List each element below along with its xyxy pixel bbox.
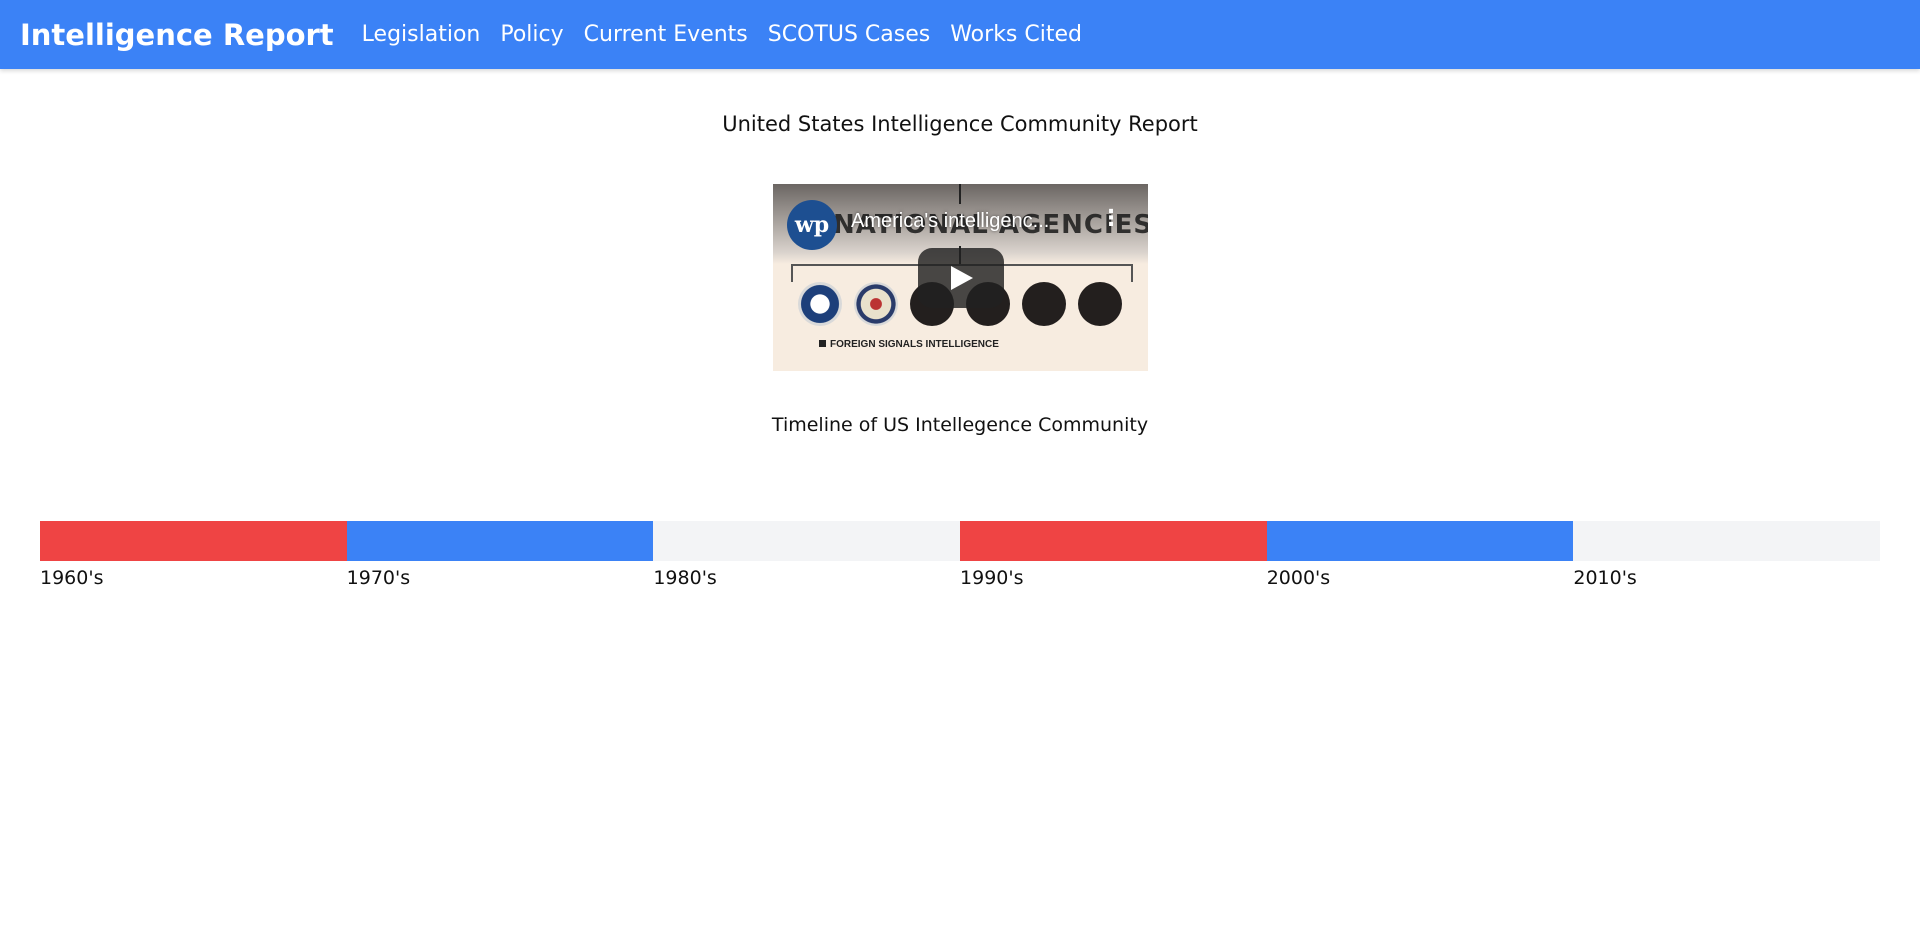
timeline-title: Timeline of US Intellegence Community (771, 414, 1149, 436)
timeline-label: 1980's (653, 567, 717, 589)
timeline-segment-2000s: 2000's (1266, 521, 1574, 589)
nav-link-policy[interactable]: Policy (500, 22, 563, 47)
timeline-segment-1970s: 1970's (346, 521, 654, 589)
play-button[interactable] (918, 248, 1004, 308)
timeline-bar (346, 521, 654, 561)
nav-link-current-events[interactable]: Current Events (584, 22, 748, 47)
timeline-segment-1960s: 1960's (40, 521, 347, 589)
timeline-label: 2000's (1266, 567, 1331, 589)
timeline-bar (653, 521, 961, 561)
agency-seal-icon (1022, 282, 1066, 326)
nav-link-legislation[interactable]: Legislation (362, 22, 481, 47)
nav-link-scotus-cases[interactable]: SCOTUS Cases (768, 22, 930, 47)
thumbnail-caption-text: FOREIGN SIGNALS INTELLIGENCE (830, 339, 999, 350)
more-vert-icon[interactable]: ⋮ (1100, 208, 1122, 230)
timeline-bar (40, 521, 347, 561)
agency-seal-icon (798, 282, 842, 326)
timeline-label: 1970's (346, 567, 411, 589)
nav-link-works-cited[interactable]: Works Cited (950, 22, 1082, 47)
timeline-label: 1990's (960, 567, 1024, 589)
brand-title[interactable]: Intelligence Report (20, 18, 334, 52)
embedded-video-player[interactable]: NATIONAL AGENCIES wp America's intellige… (773, 184, 1148, 371)
agency-seal-icon (854, 282, 898, 326)
timeline-bar (1573, 521, 1881, 561)
timeline: 1960's 1970's 1980's 1990's 2000's 2010'… (40, 521, 1881, 589)
top-navbar: Intelligence Report Legislation Policy C… (0, 0, 1920, 69)
timeline-segment-2010s: 2010's (1573, 521, 1881, 589)
timeline-label: 2010's (1573, 567, 1637, 589)
timeline-segment-1990s: 1990's (960, 521, 1267, 589)
timeline-bar (1266, 521, 1574, 561)
agency-seal-icon (1078, 282, 1122, 326)
page-title: United States Intelligence Community Rep… (722, 112, 1198, 136)
thumbnail-caption: FOREIGN SIGNALS INTELLIGENCE (819, 339, 999, 350)
timeline-bar (960, 521, 1267, 561)
diagram-line (959, 184, 961, 204)
channel-logo-icon[interactable]: wp (787, 200, 837, 250)
video-title[interactable]: America's intelligenc... (851, 210, 1049, 233)
square-bullet-icon (819, 340, 826, 347)
timeline-label: 1960's (40, 567, 104, 589)
play-icon (951, 266, 973, 290)
timeline-segment-1980s: 1980's (653, 521, 961, 589)
